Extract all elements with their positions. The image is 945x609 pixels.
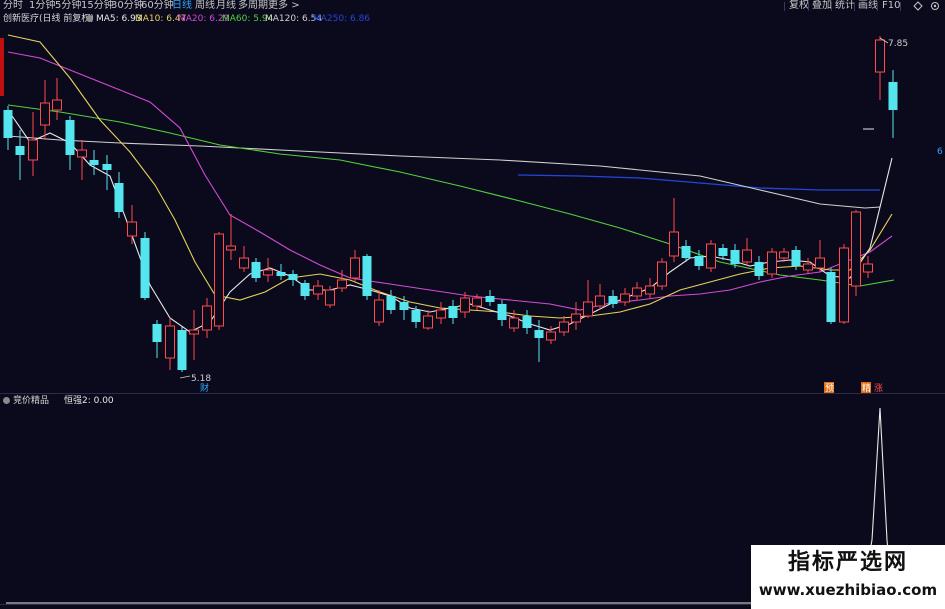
- ma250-line: [517, 174, 880, 191]
- candle: [288, 270, 298, 286]
- candle: [226, 214, 236, 260]
- candle: [595, 284, 605, 310]
- kline-chart[interactable]: 5.18 财 7.85 6 预 精 涨: [0, 0, 945, 609]
- candle: [620, 288, 630, 306]
- candle: [276, 264, 286, 280]
- candle: [52, 78, 62, 120]
- candle: [815, 240, 825, 272]
- candle: [399, 296, 409, 320]
- candle: [114, 172, 124, 218]
- candle: [875, 36, 885, 100]
- candle: [140, 232, 150, 300]
- candle: [888, 70, 898, 138]
- candle: [485, 290, 495, 306]
- candle: [706, 240, 716, 272]
- candle: [89, 150, 99, 175]
- candle: [239, 246, 249, 272]
- candle: [522, 310, 532, 334]
- high-price-label: 7.85: [888, 39, 908, 49]
- candle: [497, 300, 507, 326]
- candle: [3, 106, 13, 150]
- candle: [767, 248, 777, 278]
- candle: [189, 310, 199, 360]
- candle: [40, 80, 50, 140]
- candle: [645, 278, 655, 298]
- candle: [436, 302, 446, 324]
- candle: [152, 320, 162, 358]
- candle: [863, 256, 873, 278]
- candle: [423, 310, 433, 330]
- candle: [386, 290, 396, 314]
- indicator-name: 竞价精品: [13, 396, 50, 406]
- candlesticks: [3, 36, 898, 372]
- low-pointer: [179, 375, 191, 379]
- candle: [742, 238, 752, 266]
- left-marker: [0, 38, 4, 96]
- candle: [362, 254, 372, 300]
- candle: [65, 116, 75, 170]
- candle: [657, 258, 667, 290]
- candle: [669, 198, 679, 262]
- candle: [571, 302, 581, 330]
- candle: [263, 258, 273, 282]
- candle: [632, 282, 642, 300]
- candle: [754, 256, 764, 280]
- panel-divider: [0, 393, 945, 394]
- right-price-label: 6: [937, 147, 943, 157]
- candle: [374, 290, 384, 326]
- candle: [350, 250, 360, 282]
- low-price-label: 5.18: [191, 374, 211, 384]
- candle: [803, 258, 813, 274]
- candle: [251, 258, 261, 282]
- ma120-line: [7, 135, 881, 209]
- candle: [839, 244, 849, 324]
- candle: [583, 280, 593, 318]
- candle: [300, 280, 310, 300]
- watermark-url: www.xuezhibiao.com: [758, 581, 938, 599]
- candle: [127, 205, 137, 244]
- candle: [214, 232, 224, 330]
- indicator-value: 恒强2: 0.00: [64, 396, 114, 406]
- candle: [448, 300, 458, 324]
- candle: [165, 318, 175, 370]
- candle: [177, 327, 187, 372]
- candle: [313, 280, 323, 300]
- candle: [559, 316, 569, 336]
- candle: [608, 290, 618, 308]
- watermark-box: 指标严选网 www.xuezhibiao.com: [751, 545, 945, 609]
- candle: [826, 268, 836, 324]
- indicator-settings-icon[interactable]: [3, 397, 10, 404]
- candle: [202, 298, 212, 338]
- candle: [28, 112, 38, 176]
- watermark-title: 指标严选网: [787, 550, 908, 575]
- candle: [851, 210, 861, 296]
